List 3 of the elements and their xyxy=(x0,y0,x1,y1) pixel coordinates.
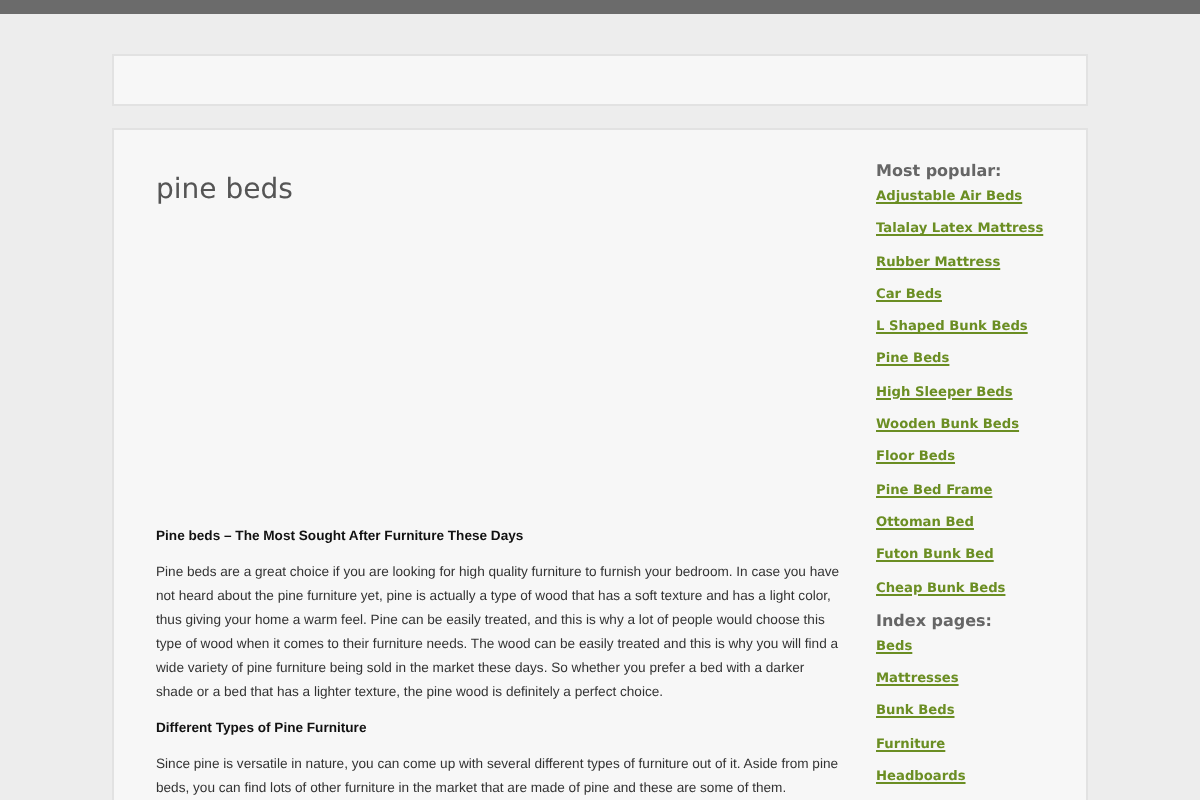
sidebar-heading: Most popular: xyxy=(876,162,1004,180)
sidebar-heading: Index pages: xyxy=(876,611,995,630)
page-title: pine beds xyxy=(156,174,295,206)
